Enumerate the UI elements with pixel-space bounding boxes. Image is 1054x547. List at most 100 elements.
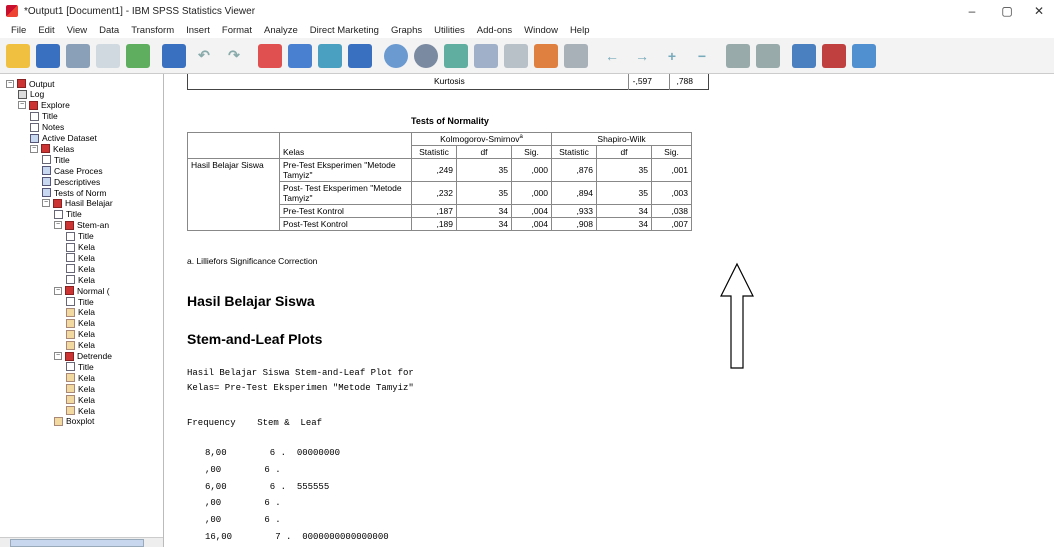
- menu-help[interactable]: Help: [569, 25, 591, 36]
- insert-heading-icon[interactable]: [792, 43, 816, 68]
- find-icon[interactable]: [384, 43, 408, 68]
- menu-direct-marketing[interactable]: Direct Marketing: [309, 25, 380, 36]
- menu-add-ons[interactable]: Add-ons: [476, 25, 513, 36]
- tree-node[interactable]: Title: [54, 209, 82, 220]
- redo-icon[interactable]: ↷: [222, 44, 246, 68]
- tree-node[interactable]: Kela: [66, 329, 95, 340]
- tree-node[interactable]: Tests of Norm: [42, 187, 106, 198]
- show-icon[interactable]: [726, 43, 750, 68]
- maximize-icon[interactable]: ▢: [992, 0, 1022, 22]
- menu-view[interactable]: View: [66, 25, 88, 36]
- promote-left-icon[interactable]: ←: [600, 44, 624, 68]
- tree-node[interactable]: − Output: [6, 78, 55, 89]
- tree-node[interactable]: − Kelas: [30, 143, 74, 154]
- scrollbar-thumb[interactable]: [10, 539, 144, 547]
- minimize-icon[interactable]: –: [957, 0, 987, 22]
- export-icon[interactable]: [126, 43, 150, 68]
- menu-edit[interactable]: Edit: [37, 25, 55, 36]
- chart-icon: [66, 406, 75, 415]
- tree-node[interactable]: Kela: [66, 242, 95, 253]
- tests-of-normality-table[interactable]: Kolmogorov-Smirnova Shapiro-Wilk Kelas S…: [187, 132, 692, 231]
- print-icon[interactable]: [66, 43, 90, 68]
- print-preview-icon[interactable]: [96, 43, 120, 68]
- tbl-icon: [42, 188, 51, 197]
- tree-node[interactable]: Kela: [66, 263, 95, 274]
- tree-node[interactable]: Title: [30, 111, 58, 122]
- stem-leaf-row: 16,00 7 . 0000000000000000: [205, 532, 389, 542]
- tree-expander-icon[interactable]: −: [42, 199, 50, 208]
- tree-node[interactable]: Kela: [66, 383, 95, 394]
- menu-transform[interactable]: Transform: [130, 25, 175, 36]
- insert-title-icon[interactable]: [822, 43, 846, 68]
- tree-expander-icon[interactable]: −: [54, 221, 62, 230]
- tree-node[interactable]: Notes: [30, 122, 64, 133]
- note-icon: [66, 231, 75, 241]
- note-icon: [30, 111, 39, 121]
- tree-node[interactable]: Kela: [66, 307, 95, 318]
- menu-analyze[interactable]: Analyze: [263, 25, 299, 36]
- menu-utilities[interactable]: Utilities: [433, 25, 466, 36]
- recall-dialog-icon[interactable]: [162, 43, 186, 68]
- tree-node[interactable]: Kela: [66, 274, 95, 285]
- collapse-minus-icon[interactable]: −: [690, 44, 714, 68]
- menu-data[interactable]: Data: [98, 25, 120, 36]
- tree-node[interactable]: Log: [18, 89, 44, 100]
- menu-file[interactable]: File: [10, 25, 27, 36]
- expand-plus-icon[interactable]: +: [660, 44, 684, 68]
- tree-expander-icon[interactable]: −: [54, 352, 62, 360]
- tree-node[interactable]: Kela: [66, 252, 95, 263]
- tree-node[interactable]: Title: [66, 361, 94, 372]
- variables-icon[interactable]: [348, 43, 372, 68]
- tree-node[interactable]: − Explore: [18, 100, 70, 111]
- tree-node-label: Kela: [78, 383, 96, 394]
- tree-node[interactable]: Title: [42, 154, 70, 165]
- tree-node-label: Tests of Norm: [54, 187, 107, 198]
- tree-expander-icon[interactable]: −: [30, 144, 38, 153]
- tree-node[interactable]: Boxplot: [54, 416, 94, 427]
- use-sets-icon[interactable]: [534, 43, 558, 68]
- save-icon[interactable]: [36, 43, 60, 68]
- split-file-icon[interactable]: [414, 43, 438, 68]
- toolbar: ↶ ↷ ← → + −: [0, 38, 1054, 74]
- tree-node[interactable]: Kela: [66, 318, 95, 329]
- note-icon: [66, 362, 75, 372]
- tree-node[interactable]: Kela: [66, 394, 95, 405]
- tree-node[interactable]: Kela: [66, 340, 95, 351]
- menu-graphs[interactable]: Graphs: [390, 25, 423, 36]
- tree-node[interactable]: − Stem-an: [54, 220, 109, 231]
- hide-icon[interactable]: [756, 43, 780, 68]
- close-icon[interactable]: ✕: [1024, 0, 1054, 22]
- open-folder-icon[interactable]: [6, 43, 30, 68]
- tree-node[interactable]: Kela: [66, 405, 95, 416]
- value-labels-icon[interactable]: [504, 43, 528, 68]
- goto-case-icon[interactable]: [288, 43, 312, 68]
- demote-right-icon[interactable]: →: [630, 44, 654, 68]
- horizontal-scrollbar[interactable]: [0, 537, 163, 547]
- tree-node[interactable]: Active Dataset: [30, 133, 97, 144]
- menu-insert[interactable]: Insert: [185, 25, 211, 36]
- menu-format[interactable]: Format: [221, 25, 253, 36]
- tree-node[interactable]: − Normal (: [54, 285, 110, 296]
- tree-node[interactable]: − Hasil Belajar: [42, 198, 113, 209]
- tree-node-label: Explore: [41, 100, 70, 111]
- weight-cases-icon[interactable]: [474, 43, 498, 68]
- goto-variable-icon[interactable]: [318, 43, 342, 68]
- tree-node[interactable]: Title: [66, 231, 94, 242]
- insert-text-icon[interactable]: [852, 43, 876, 68]
- menu-window[interactable]: Window: [523, 25, 559, 36]
- variable-label: Hasil Belajar Siswa: [187, 158, 280, 231]
- show-all-icon[interactable]: [564, 43, 588, 68]
- tree-node[interactable]: Kela: [66, 372, 95, 383]
- tree-expander-icon[interactable]: −: [18, 101, 26, 110]
- undo-icon[interactable]: ↶: [192, 44, 216, 68]
- select-cases-icon[interactable]: [444, 43, 468, 68]
- tree-node[interactable]: Title: [66, 296, 94, 307]
- tree-node[interactable]: − Detrende: [54, 351, 112, 362]
- tree-node-label: Kela: [78, 329, 96, 340]
- tree-node-label: Notes: [42, 122, 65, 133]
- tree-expander-icon[interactable]: −: [6, 79, 14, 88]
- tree-node[interactable]: Case Proces: [42, 165, 103, 176]
- tree-node[interactable]: Descriptives: [42, 176, 100, 187]
- goto-data-icon[interactable]: [258, 43, 282, 68]
- tree-expander-icon[interactable]: −: [54, 286, 62, 295]
